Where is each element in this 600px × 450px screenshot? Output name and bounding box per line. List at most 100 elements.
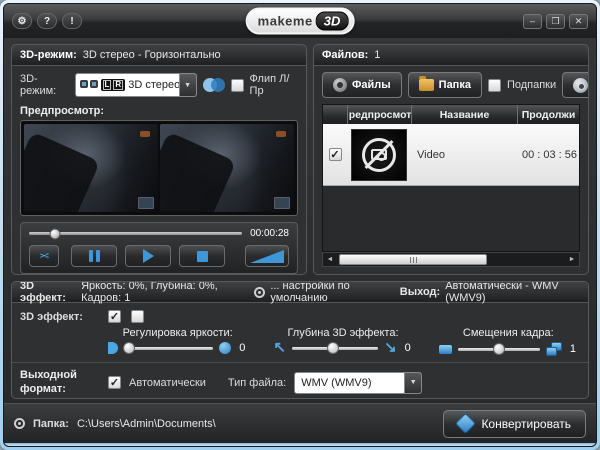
output-label: Выход: [400, 286, 440, 298]
logo-3d-badge: 3D [316, 12, 349, 31]
defaults-link[interactable]: ... настройки по умолчанию [270, 281, 394, 304]
effect-checkbox-2[interactable] [131, 310, 144, 323]
scissors-icon: ✂ [39, 249, 49, 263]
mode-select-label: 3D-режим: [20, 73, 69, 97]
brightness-label: Регулировка яркости: [123, 327, 233, 339]
column-preview[interactable]: Предпросмотр [347, 105, 411, 124]
frame-shift-max-icon [546, 342, 562, 356]
effects-header-label: 3D эффект: [20, 281, 76, 304]
play-button[interactable] [125, 245, 171, 267]
lr-left-label: L [103, 80, 112, 90]
update-button[interactable]: ! [62, 13, 82, 29]
frame-shift-thumb[interactable] [493, 343, 505, 355]
effects-header-value: Яркость: 0%, Глубина: 0%, Кадров: 1 [81, 281, 249, 304]
statusbar: Папка: C:\Users\Admin\Documents\ Конверт… [4, 403, 596, 443]
pause-button[interactable] [71, 245, 117, 267]
minimize-button[interactable]: – [523, 14, 542, 29]
player-controls: 00:00:28 ✂ [20, 222, 298, 274]
column-name[interactable]: Название [411, 105, 517, 124]
subfolders-checkbox[interactable] [488, 79, 501, 92]
folder-label: Папка: [33, 418, 69, 430]
files-header-label: Файлов: [322, 49, 368, 61]
depth-slider[interactable] [292, 347, 378, 350]
add-dvd-button[interactable]: DVD [562, 72, 589, 98]
close-button[interactable]: ✕ [569, 14, 588, 29]
filetype-label: Тип файла: [228, 377, 286, 389]
effect-checkbox-1[interactable]: ✓ [108, 310, 121, 323]
mode-combobox[interactable]: L R 3D стерео ▼ [75, 73, 197, 97]
brightness-thumb[interactable] [123, 342, 135, 354]
add-folder-button[interactable]: Папка [408, 72, 482, 98]
preview-frame-right [160, 124, 294, 212]
add-files-button[interactable]: Файлы [322, 72, 402, 98]
row-duration: 00 : 03 : 56 [517, 149, 579, 161]
chevron-down-icon: ▼ [184, 82, 191, 89]
brightness-value: 0 [237, 342, 247, 354]
flip-lr-label: Флип Л/Пр [250, 73, 298, 97]
add-folder-label: Папка [439, 79, 471, 91]
subfolders-label: Подпапки [507, 79, 556, 91]
scroll-right-icon[interactable]: ► [565, 256, 579, 263]
output-format-row: Выходной формат: ✓ Автоматически Тип фай… [12, 363, 588, 399]
gear-icon: ⚙ [18, 16, 27, 27]
files-header-value: 1 [374, 49, 380, 61]
preview-box [20, 120, 298, 216]
app-logo: makeme 3D [246, 8, 355, 35]
convert-button[interactable]: Конвертировать [443, 410, 586, 438]
frame-shift-label: Смещения кадра: [463, 327, 554, 339]
file-list-table: Предпросмотр Название Продолжи ✓ Video 0… [322, 104, 580, 252]
output-format-label: Выходной формат: [20, 369, 100, 397]
logo-text: makeme [258, 14, 313, 29]
convert-icon [455, 413, 476, 434]
watermark-right [274, 197, 290, 209]
filetype-value: WMV (WMV9) [295, 377, 404, 389]
maximize-icon: ❒ [551, 16, 559, 27]
filetype-select[interactable]: WMV (WMV9) ▼ [294, 372, 422, 394]
mode-row: 3D-режим: L R 3D стерео ▼ Флип Л/Пр [12, 66, 306, 103]
titlebar: ⚙ ? ! makeme 3D – ❒ ✕ [4, 4, 596, 38]
table-header: Предпросмотр Название Продолжи [323, 105, 579, 124]
stop-button[interactable] [179, 245, 225, 267]
sliders-row: Регулировка яркости: 0 Глубина 3D эффект… [12, 325, 588, 362]
player-buttons: ✂ [29, 245, 289, 267]
brightness-slider[interactable] [124, 347, 213, 350]
stop-icon [197, 251, 208, 262]
effects-section: 3D эффект: Яркость: 0%, Глубина: 0%, Кад… [11, 281, 589, 399]
frame-shift-value: 1 [568, 343, 578, 355]
settings-button[interactable]: ⚙ [12, 13, 32, 29]
mode-combobox-value: 3D стерео [128, 79, 178, 91]
pause-icon [89, 250, 100, 262]
snapshot-button[interactable]: ✂ [29, 245, 59, 267]
seek-row: 00:00:28 [29, 228, 289, 239]
depth-thumb[interactable] [327, 342, 339, 354]
seek-thumb[interactable] [49, 228, 60, 239]
window-bottom-edge [4, 443, 596, 446]
mode-panel: 3D-режим: 3D стерео - Горизонтально 3D-р… [11, 44, 307, 275]
horizontal-scrollbar[interactable]: ◄ ► [322, 252, 580, 267]
lr-right-label: R [113, 80, 123, 90]
mode-header-label: 3D-режим: [20, 49, 77, 61]
scrollbar-thumb[interactable] [339, 254, 487, 265]
depth-min-icon: ↖ [273, 342, 286, 354]
seek-slider[interactable] [29, 232, 242, 235]
volume-icon [250, 250, 284, 263]
effect-toggle-label: 3D эффект: [20, 311, 98, 323]
auto-format-checkbox[interactable]: ✓ [108, 376, 121, 389]
brightness-min-icon [108, 342, 118, 354]
help-button[interactable]: ? [37, 13, 57, 29]
folder-info-icon[interactable] [14, 418, 25, 429]
help-icon: ? [44, 16, 50, 27]
row-checkbox[interactable]: ✓ [329, 148, 342, 161]
maximize-button[interactable]: ❒ [546, 14, 565, 29]
reset-defaults-icon[interactable] [254, 287, 265, 298]
scroll-left-icon[interactable]: ◄ [323, 256, 337, 263]
row-name: Video [411, 149, 517, 161]
flip-lr-checkbox[interactable] [231, 79, 244, 92]
volume-button[interactable] [245, 245, 289, 267]
filetype-dropdown-button[interactable]: ▼ [404, 372, 421, 394]
column-duration[interactable]: Продолжи [517, 105, 579, 124]
frame-shift-slider[interactable] [458, 348, 540, 351]
mode-dropdown-button[interactable]: ▼ [179, 73, 196, 97]
close-icon: ✕ [575, 16, 583, 27]
table-row[interactable]: ✓ Video 00 : 03 : 56 [323, 124, 579, 186]
